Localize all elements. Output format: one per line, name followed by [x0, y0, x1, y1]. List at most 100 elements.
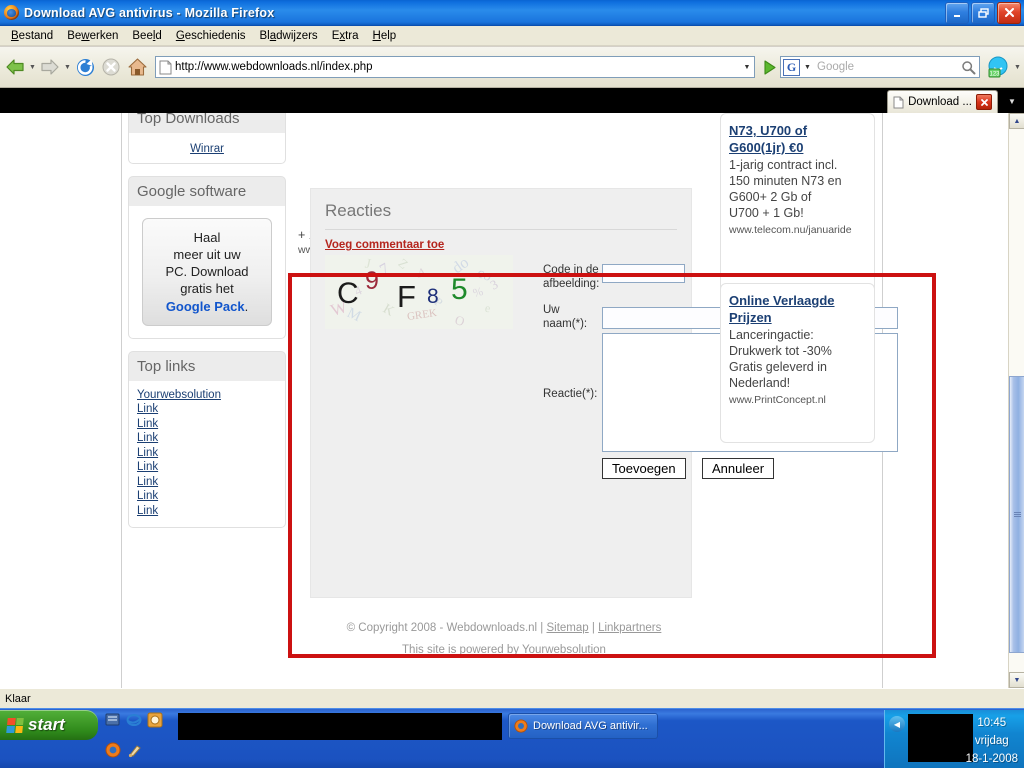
footer-line1: © Copyright 2008 - Webdownloads.nl | Sit… [0, 618, 1008, 640]
cancel-button[interactable]: Annuleer [702, 458, 775, 479]
footer-link-sitemap[interactable]: Sitemap [546, 622, 588, 634]
scroll-up-button[interactable]: ▲ [1009, 113, 1024, 129]
sidebar-link-3[interactable]: Link [137, 432, 277, 444]
sidebar-link-8[interactable]: Link [137, 505, 277, 517]
ad-body-line1: 1-jarig contract incl. [729, 158, 838, 173]
menu-bestand[interactable]: BBestandestand [4, 28, 60, 44]
divider [325, 229, 677, 230]
page-footer: © Copyright 2008 - Webdownloads.nl | Sit… [0, 618, 1008, 662]
ad-body-line4: Nederland! [729, 375, 791, 390]
captcha-noise: % [471, 283, 485, 301]
taskbar-item-firefox[interactable]: Download AVG antivir... [508, 713, 658, 739]
back-history-caret[interactable]: ▼ [28, 52, 37, 82]
start-button[interactable]: start [0, 710, 98, 740]
ad-title-line1[interactable]: N73, U700 of [729, 123, 866, 139]
label-line1: Code in de [543, 264, 599, 276]
reload-button[interactable] [72, 52, 98, 82]
promo-link[interactable]: Google Pack [166, 299, 245, 314]
ad-title-line2[interactable]: Prijzen [729, 310, 866, 326]
footer-link-yourwebsolution[interactable]: Yourwebsolution [522, 644, 606, 656]
search-icon[interactable] [957, 60, 979, 75]
add-comment-link[interactable]: Voeg commentaar toe [325, 239, 444, 251]
tab-page-icon [893, 96, 904, 108]
sidebar-link-2[interactable]: Link [137, 418, 277, 430]
ad-column: N73, U700 of G600(1jr) €0 1-jarig contra… [720, 113, 875, 443]
tray-expand-icon[interactable]: ◀ [889, 716, 905, 732]
panel-top-links: Top links Yourwebsolution Link Link Link… [128, 350, 286, 529]
start-label: start [28, 715, 65, 734]
tab-close-icon[interactable] [976, 94, 992, 110]
minimize-button[interactable] [945, 1, 969, 24]
paint-icon[interactable] [127, 742, 143, 758]
firefox-icon [514, 719, 528, 733]
sidebar-link-7[interactable]: Link [137, 490, 277, 502]
show-desktop-icon[interactable] [105, 712, 121, 728]
footer-line2: This site is powered by Yourwebsolution [0, 640, 1008, 662]
scroll-down-button[interactable]: ▼ [1009, 672, 1024, 688]
url-dropdown-caret[interactable]: ▼ [740, 64, 754, 71]
footer-link-linkpartners[interactable]: Linkpartners [598, 622, 661, 634]
vertical-scrollbar[interactable]: ▲ ▼ [1008, 113, 1024, 688]
captcha-noise: 3 [487, 276, 501, 293]
captcha-char-1: 9 [365, 267, 379, 295]
skype-icon[interactable]: 123 [983, 52, 1013, 82]
taskbar-clock[interactable]: 10:45 vrijdag 18-1-2008 [966, 715, 1018, 768]
tab-label: Download ... [908, 96, 972, 108]
submit-button[interactable]: Toevoegen [602, 458, 686, 479]
tab-strip: Download ... ▼ [0, 88, 1024, 113]
home-button[interactable] [124, 52, 150, 82]
search-bar[interactable]: G ▼ Google [780, 56, 980, 78]
toolbar-overflow-caret[interactable]: ▼ [1013, 52, 1022, 82]
search-engine-caret[interactable]: ▼ [802, 64, 813, 71]
media-player-icon[interactable] [147, 712, 163, 728]
scrollbar-track[interactable] [1009, 129, 1024, 672]
label-line2: naam(*): [543, 318, 588, 331]
sidebar-link-6[interactable]: Link [137, 476, 277, 488]
restore-button[interactable] [971, 1, 995, 24]
url-bar[interactable]: http://www.webdownloads.nl/index.php ▼ [155, 56, 755, 78]
panel-body: Haal meer uit uw PC. Download gratis het… [128, 206, 286, 339]
menu-extra[interactable]: Extra [325, 28, 366, 44]
label-line2: afbeelding: [543, 278, 600, 291]
url-input[interactable]: http://www.webdownloads.nl/index.php [175, 61, 740, 73]
window-controls [945, 1, 1024, 24]
stop-button [98, 52, 124, 82]
back-button[interactable] [2, 52, 28, 82]
sidebar-link-yourwebsolution[interactable]: Yourwebsolution [137, 389, 277, 401]
internet-explorer-icon[interactable] [126, 712, 142, 728]
captcha-noise: Z [395, 255, 412, 272]
ad-title-line1[interactable]: Online Verlaagde [729, 293, 866, 309]
ad-body-line2: Drukwerk tot -30% [729, 344, 832, 359]
menu-geschiedenis[interactable]: Geschiedenis [169, 28, 253, 44]
firefox-icon[interactable] [105, 742, 121, 758]
captcha-code-label: Code in de afbeelding: [543, 263, 603, 292]
taskbar: start Download AVG antivir... ◀ 10:45 vr… [0, 708, 1024, 768]
promo-line2: meer uit uw [173, 247, 241, 263]
ad-body-line1: Lanceringactie: [729, 328, 814, 343]
captcha-code-input[interactable] [602, 264, 685, 283]
quick-launch-row2 [105, 742, 143, 758]
sidebar-link-1[interactable]: Link [137, 403, 277, 415]
panel-title: Google software [128, 176, 286, 206]
powered-prefix: This site is powered by [402, 643, 522, 656]
search-input[interactable]: Google [813, 61, 957, 73]
menu-beeld[interactable]: Beeld [125, 28, 168, 44]
tab-list-all-icon[interactable]: ▼ [1004, 94, 1020, 109]
google-pack-promo[interactable]: Haal meer uit uw PC. Download gratis het… [142, 218, 272, 326]
menu-help[interactable]: Help [366, 28, 404, 44]
menu-bladwijzers[interactable]: Bladwijzers [253, 28, 325, 44]
menu-bewerken[interactable]: Bewerken [60, 28, 125, 44]
captcha-noise: A [415, 264, 428, 281]
sidebar-link-winrar[interactable]: Winrar [190, 143, 224, 155]
ad-title-line2[interactable]: G600(1jr) €0 [729, 140, 866, 156]
captcha-noise: e [484, 300, 492, 316]
go-button[interactable] [758, 54, 780, 80]
clock-date: 18-1-2008 [965, 752, 1018, 765]
tab-download[interactable]: Download ... [887, 90, 998, 113]
scrollbar-thumb[interactable] [1009, 376, 1024, 653]
ad-printconcept[interactable]: Online Verlaagde Prijzen Lanceringactie:… [720, 283, 875, 443]
ad-telecom[interactable]: N73, U700 of G600(1jr) €0 1-jarig contra… [720, 113, 875, 298]
sidebar-link-4[interactable]: Link [137, 447, 277, 459]
close-button[interactable] [997, 1, 1021, 24]
sidebar-link-5[interactable]: Link [137, 461, 277, 473]
